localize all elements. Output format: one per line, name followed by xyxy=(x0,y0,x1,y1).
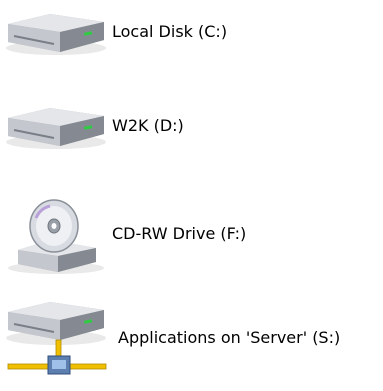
drive-label: W2K (D:) xyxy=(112,116,184,135)
drive-item-c[interactable]: Local Disk (C:) xyxy=(0,6,227,58)
drive-item-s[interactable]: Applications on 'Server' (S:) xyxy=(0,292,378,384)
drive-label: Applications on 'Server' (S:) xyxy=(118,328,341,347)
hard-drive-icon xyxy=(6,108,106,149)
drive-item-d[interactable]: W2K (D:) xyxy=(0,100,184,152)
network-drive-icon xyxy=(6,302,107,375)
cd-drive-icon xyxy=(8,199,104,274)
drive-label: Local Disk (C:) xyxy=(112,22,228,41)
drive-label: CD-RW Drive (F:) xyxy=(112,224,247,243)
hard-drive-icon xyxy=(6,14,106,55)
drive-item-f[interactable]: CD-RW Drive (F:) xyxy=(0,192,246,276)
